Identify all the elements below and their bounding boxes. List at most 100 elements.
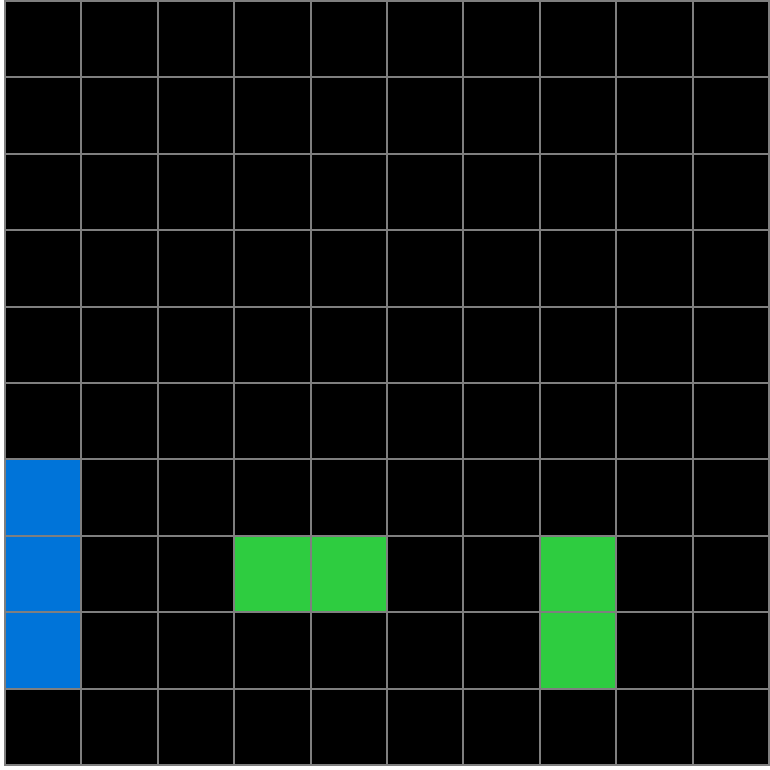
grid-cell-r8-c0[interactable] [6, 613, 81, 688]
grid-cell-r7-c5[interactable] [388, 536, 463, 612]
grid-cell-r4-c0[interactable] [6, 307, 81, 382]
grid-cell-r8-c9[interactable] [693, 613, 768, 688]
grid-cell-r2-c2[interactable] [158, 154, 234, 230]
grid-cell-r2-c0[interactable] [6, 154, 81, 230]
grid-cell-r8-c1[interactable] [82, 613, 157, 688]
grid-cell-r0-c9[interactable] [693, 2, 768, 77]
grid-cell-r9-c6[interactable] [464, 689, 539, 764]
grid-cell-r0-c0[interactable] [6, 2, 81, 77]
grid-cell-r7-c4[interactable] [311, 536, 386, 612]
grid-cell-r9-c7[interactable] [540, 689, 616, 764]
grid-cell-r1-c7[interactable] [540, 78, 616, 153]
grid-cell-r4-c6[interactable] [464, 307, 539, 382]
grid-cell-r2-c8[interactable] [617, 154, 692, 230]
grid-cell-r9-c1[interactable] [82, 689, 157, 764]
grid-cell-r5-c8[interactable] [617, 384, 692, 459]
grid-cell-r8-c8[interactable] [617, 613, 692, 688]
grid-cell-r5-c9[interactable] [693, 384, 768, 459]
grid-cell-r0-c8[interactable] [617, 2, 692, 77]
grid-cell-r1-c1[interactable] [82, 78, 157, 153]
grid-cell-r5-c5[interactable] [388, 384, 463, 459]
grid-cell-r3-c4[interactable] [311, 231, 386, 306]
grid-cell-r2-c4[interactable] [311, 154, 386, 230]
grid-cell-r0-c2[interactable] [158, 2, 234, 77]
grid-cell-r2-c3[interactable] [235, 154, 310, 230]
grid-cell-r5-c7[interactable] [540, 384, 616, 459]
grid-cell-r7-c1[interactable] [82, 536, 157, 612]
grid-cell-r6-c7[interactable] [540, 460, 616, 535]
grid-cell-r6-c4[interactable] [311, 460, 386, 535]
grid-cell-r0-c6[interactable] [464, 2, 539, 77]
grid-cell-r9-c2[interactable] [158, 689, 234, 764]
grid-cell-r5-c6[interactable] [464, 384, 539, 459]
grid-cell-r9-c3[interactable] [235, 689, 310, 764]
grid-cell-r1-c2[interactable] [158, 78, 234, 153]
grid-cell-r4-c7[interactable] [540, 307, 616, 382]
grid-cell-r4-c4[interactable] [311, 307, 386, 382]
grid-cell-r2-c7[interactable] [540, 154, 616, 230]
grid-cell-r4-c9[interactable] [693, 307, 768, 382]
grid-cell-r8-c2[interactable] [158, 613, 234, 688]
grid-cell-r1-c6[interactable] [464, 78, 539, 153]
grid-cell-r6-c8[interactable] [617, 460, 692, 535]
grid-cell-r8-c6[interactable] [464, 613, 539, 688]
grid-cell-r3-c0[interactable] [6, 231, 81, 306]
grid-cell-r1-c4[interactable] [311, 78, 386, 153]
grid-cell-r1-c5[interactable] [388, 78, 463, 153]
grid-cell-r1-c9[interactable] [693, 78, 768, 153]
grid-cell-r7-c8[interactable] [617, 536, 692, 612]
grid-cell-r3-c5[interactable] [388, 231, 463, 306]
grid-cell-r3-c7[interactable] [540, 231, 616, 306]
grid-cell-r0-c5[interactable] [388, 2, 463, 77]
grid-cell-r4-c5[interactable] [388, 307, 463, 382]
grid-cell-r5-c0[interactable] [6, 384, 81, 459]
grid-cell-r6-c9[interactable] [693, 460, 768, 535]
grid-cell-r6-c3[interactable] [235, 460, 310, 535]
grid-cell-r5-c4[interactable] [311, 384, 386, 459]
grid-cell-r3-c6[interactable] [464, 231, 539, 306]
grid-cell-r6-c2[interactable] [158, 460, 234, 535]
grid-cell-r9-c0[interactable] [6, 689, 81, 764]
grid-cell-r3-c3[interactable] [235, 231, 310, 306]
grid-cell-r0-c3[interactable] [235, 2, 310, 77]
grid-cell-r9-c4[interactable] [311, 689, 386, 764]
grid-cell-r3-c9[interactable] [693, 231, 768, 306]
grid-cell-r8-c3[interactable] [235, 613, 310, 688]
grid-cell-r2-c5[interactable] [388, 154, 463, 230]
grid-cell-r3-c2[interactable] [158, 231, 234, 306]
grid-cell-r8-c7[interactable] [540, 613, 616, 688]
grid-cell-r1-c3[interactable] [235, 78, 310, 153]
grid-cell-r6-c0[interactable] [6, 460, 81, 535]
grid-cell-r8-c5[interactable] [388, 613, 463, 688]
grid-cell-r4-c8[interactable] [617, 307, 692, 382]
grid-cell-r1-c0[interactable] [6, 78, 81, 153]
grid-cell-r6-c6[interactable] [464, 460, 539, 535]
grid-cell-r2-c6[interactable] [464, 154, 539, 230]
grid-cell-r9-c8[interactable] [617, 689, 692, 764]
grid-cell-r0-c7[interactable] [540, 2, 616, 77]
grid-cell-r6-c5[interactable] [388, 460, 463, 535]
grid-cell-r9-c5[interactable] [388, 689, 463, 764]
grid-cell-r5-c2[interactable] [158, 384, 234, 459]
grid-cell-r8-c4[interactable] [311, 613, 386, 688]
grid-cell-r2-c1[interactable] [82, 154, 157, 230]
grid-cell-r7-c2[interactable] [158, 536, 234, 612]
grid-cell-r7-c3[interactable] [235, 536, 310, 612]
grid-cell-r4-c3[interactable] [235, 307, 310, 382]
grid-cell-r0-c4[interactable] [311, 2, 386, 77]
grid-cell-r1-c8[interactable] [617, 78, 692, 153]
grid-cell-r7-c6[interactable] [464, 536, 539, 612]
grid-cell-r4-c2[interactable] [158, 307, 234, 382]
grid-cell-r6-c1[interactable] [82, 460, 157, 535]
grid-cell-r2-c9[interactable] [693, 154, 768, 230]
grid-cell-r3-c1[interactable] [82, 231, 157, 306]
grid-cell-r7-c0[interactable] [6, 536, 81, 612]
grid-cell-r5-c1[interactable] [82, 384, 157, 459]
grid-cell-r7-c7[interactable] [540, 536, 616, 612]
grid-cell-r0-c1[interactable] [82, 2, 157, 77]
grid-cell-r4-c1[interactable] [82, 307, 157, 382]
grid-cell-r5-c3[interactable] [235, 384, 310, 459]
grid-cell-r7-c9[interactable] [693, 536, 768, 612]
grid-cell-r3-c8[interactable] [617, 231, 692, 306]
grid-cell-r9-c9[interactable] [693, 689, 768, 764]
